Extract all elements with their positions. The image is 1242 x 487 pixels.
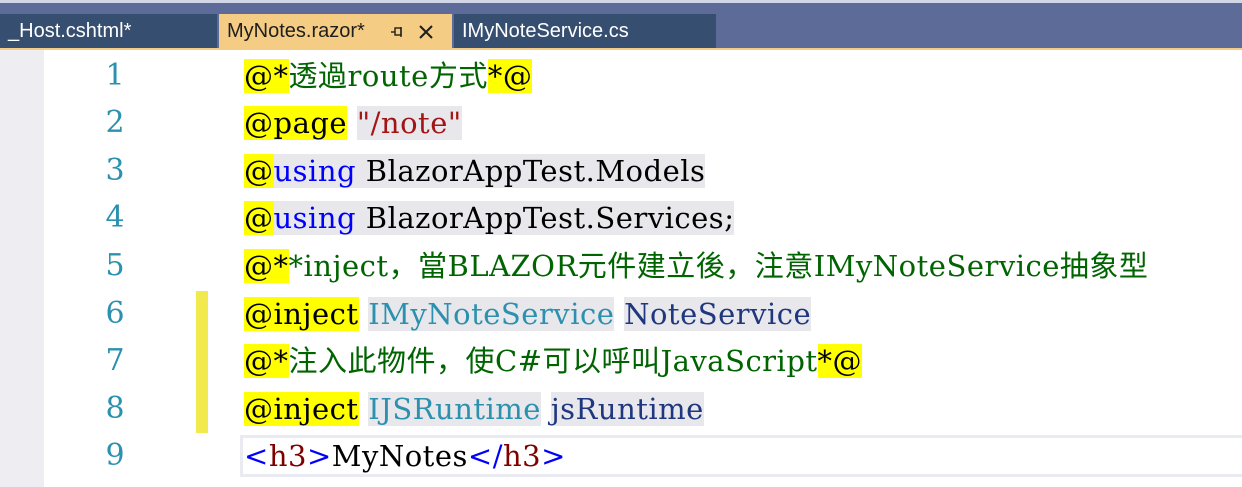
- code-token: IJSRuntime: [368, 392, 541, 426]
- code-token: >: [306, 439, 332, 473]
- code-token: 注入此物件，使C#可以呼叫JavaScript: [288, 344, 818, 378]
- tab-bar-top-border: [0, 0, 1242, 3]
- line-number: 3: [105, 153, 125, 188]
- code-token: @*: [244, 249, 289, 283]
- code-token: jsRuntime: [550, 392, 704, 426]
- tab-imynoteservice-cs[interactable]: IMyNoteService.cs: [454, 14, 716, 48]
- change-marker: [196, 291, 208, 433]
- code-line[interactable]: @inject IMyNoteService NoteService: [244, 291, 812, 337]
- line-number: 6: [105, 296, 125, 331]
- line-number: 7: [105, 343, 125, 378]
- code-editor[interactable]: 1 2 3 4 5 6 7 8 9 @*透過route方式*@ @page "/n…: [0, 50, 1242, 487]
- pin-icon[interactable]: [385, 14, 409, 48]
- code-line[interactable]: @**inject，當BLAZOR元件建立後，注意IMyNoteService抽…: [244, 243, 1148, 289]
- code-token: NoteService: [624, 297, 812, 331]
- code-token: *inject，當BLAZOR元件建立後，注意IMyNoteService抽象型: [288, 249, 1149, 283]
- code-token: "/note": [356, 106, 462, 140]
- tab-host-cshtml[interactable]: _Host.cshtml*: [0, 14, 217, 48]
- code-token: @: [244, 201, 274, 235]
- editor-left-margin: [0, 50, 44, 487]
- tab-label: _Host.cshtml*: [8, 20, 132, 42]
- document-tab-bar: _Host.cshtml* MyNotes.razor* IMyNoteServ…: [0, 0, 1242, 50]
- tab-mynotes-razor[interactable]: MyNotes.razor*: [219, 14, 452, 50]
- code-token: MyNotes: [331, 439, 468, 473]
- code-token: @*: [244, 59, 289, 93]
- code-token: using: [273, 201, 357, 235]
- line-number: 9: [105, 438, 125, 473]
- line-number: 8: [105, 391, 125, 426]
- code-token: *@: [487, 59, 533, 93]
- code-token: </: [467, 439, 503, 473]
- code-line[interactable]: @using BlazorAppTest.Models: [244, 148, 706, 194]
- code-token: IMyNoteService: [368, 297, 615, 331]
- code-token: @inject: [244, 297, 359, 331]
- line-number: 2: [105, 105, 125, 140]
- code-line[interactable]: @using BlazorAppTest.Services;: [244, 195, 735, 241]
- code-token: h3: [502, 439, 542, 473]
- close-icon[interactable]: [413, 14, 439, 48]
- tab-label: MyNotes.razor*: [227, 20, 365, 42]
- code-token: <: [244, 439, 269, 473]
- line-number: 5: [105, 248, 125, 283]
- code-token: BlazorAppTest.Services;: [356, 201, 735, 235]
- code-line[interactable]: <h3>MyNotes</h3>: [244, 433, 566, 479]
- code-line[interactable]: @*注入此物件，使C#可以呼叫JavaScript*@: [244, 338, 863, 384]
- code-token: *@: [817, 344, 863, 378]
- code-token: h3: [268, 439, 307, 473]
- line-number: 1: [105, 58, 125, 93]
- code-token: BlazorAppTest.Models: [356, 154, 706, 188]
- code-line[interactable]: @*透過route方式*@: [244, 53, 533, 99]
- code-token: @inject: [244, 392, 359, 426]
- code-line[interactable]: @inject IJSRuntime jsRuntime: [244, 386, 704, 432]
- code-token: using: [273, 154, 357, 188]
- code-token: >: [541, 439, 566, 473]
- line-number: 4: [105, 200, 125, 235]
- code-token: @page: [244, 106, 348, 140]
- code-line[interactable]: @page "/note": [244, 100, 462, 146]
- code-token: 透過route方式: [288, 59, 488, 93]
- tab-label: IMyNoteService.cs: [462, 20, 629, 42]
- code-token: @*: [244, 344, 289, 378]
- code-token: @: [244, 154, 274, 188]
